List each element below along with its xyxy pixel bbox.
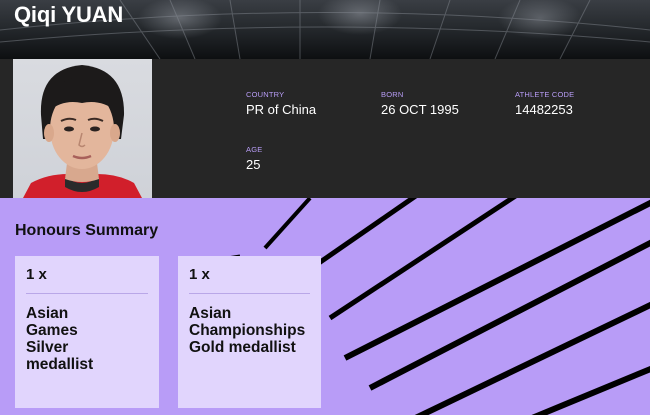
- athlete-portrait-icon: [23, 65, 142, 198]
- age-label: AGE: [246, 145, 263, 154]
- country-label: COUNTRY: [246, 90, 285, 99]
- honour-count: 1 x: [189, 266, 210, 283]
- honours-section: Honours Summary 1 x Asian Games Silver m…: [0, 198, 650, 415]
- honour-description: Asian Championships Gold medallist: [189, 305, 306, 356]
- born-value: 26 OCT 1995: [381, 102, 459, 117]
- honour-card: 1 x Asian Games Silver medallist: [15, 256, 159, 408]
- card-divider: [26, 293, 148, 294]
- athlete-code-value: 14482253: [515, 102, 573, 117]
- born-label: BORN: [381, 90, 404, 99]
- honours-title: Honours Summary: [15, 222, 159, 239]
- country-field: COUNTRY PR of China: [246, 90, 316, 117]
- profile-panel: COUNTRY PR of China BORN 26 OCT 1995 ATH…: [0, 59, 650, 198]
- header-banner: Qiqi YUAN: [0, 0, 650, 59]
- honour-description: Asian Games Silver medallist: [26, 305, 94, 373]
- honour-card: 1 x Asian Championships Gold medallist: [178, 256, 321, 408]
- country-value: PR of China: [246, 102, 317, 117]
- honour-count: 1 x: [26, 266, 47, 283]
- athlete-code-label: ATHLETE CODE: [515, 90, 575, 99]
- age-value: 25: [246, 157, 261, 172]
- athlete-photo: [13, 59, 152, 198]
- card-divider: [189, 293, 310, 294]
- athlete-name: Qiqi YUAN: [14, 2, 124, 27]
- athlete-code-field: ATHLETE CODE 14482253: [515, 90, 574, 117]
- age-field: AGE 25: [246, 145, 262, 172]
- born-field: BORN 26 OCT 1995: [381, 90, 459, 117]
